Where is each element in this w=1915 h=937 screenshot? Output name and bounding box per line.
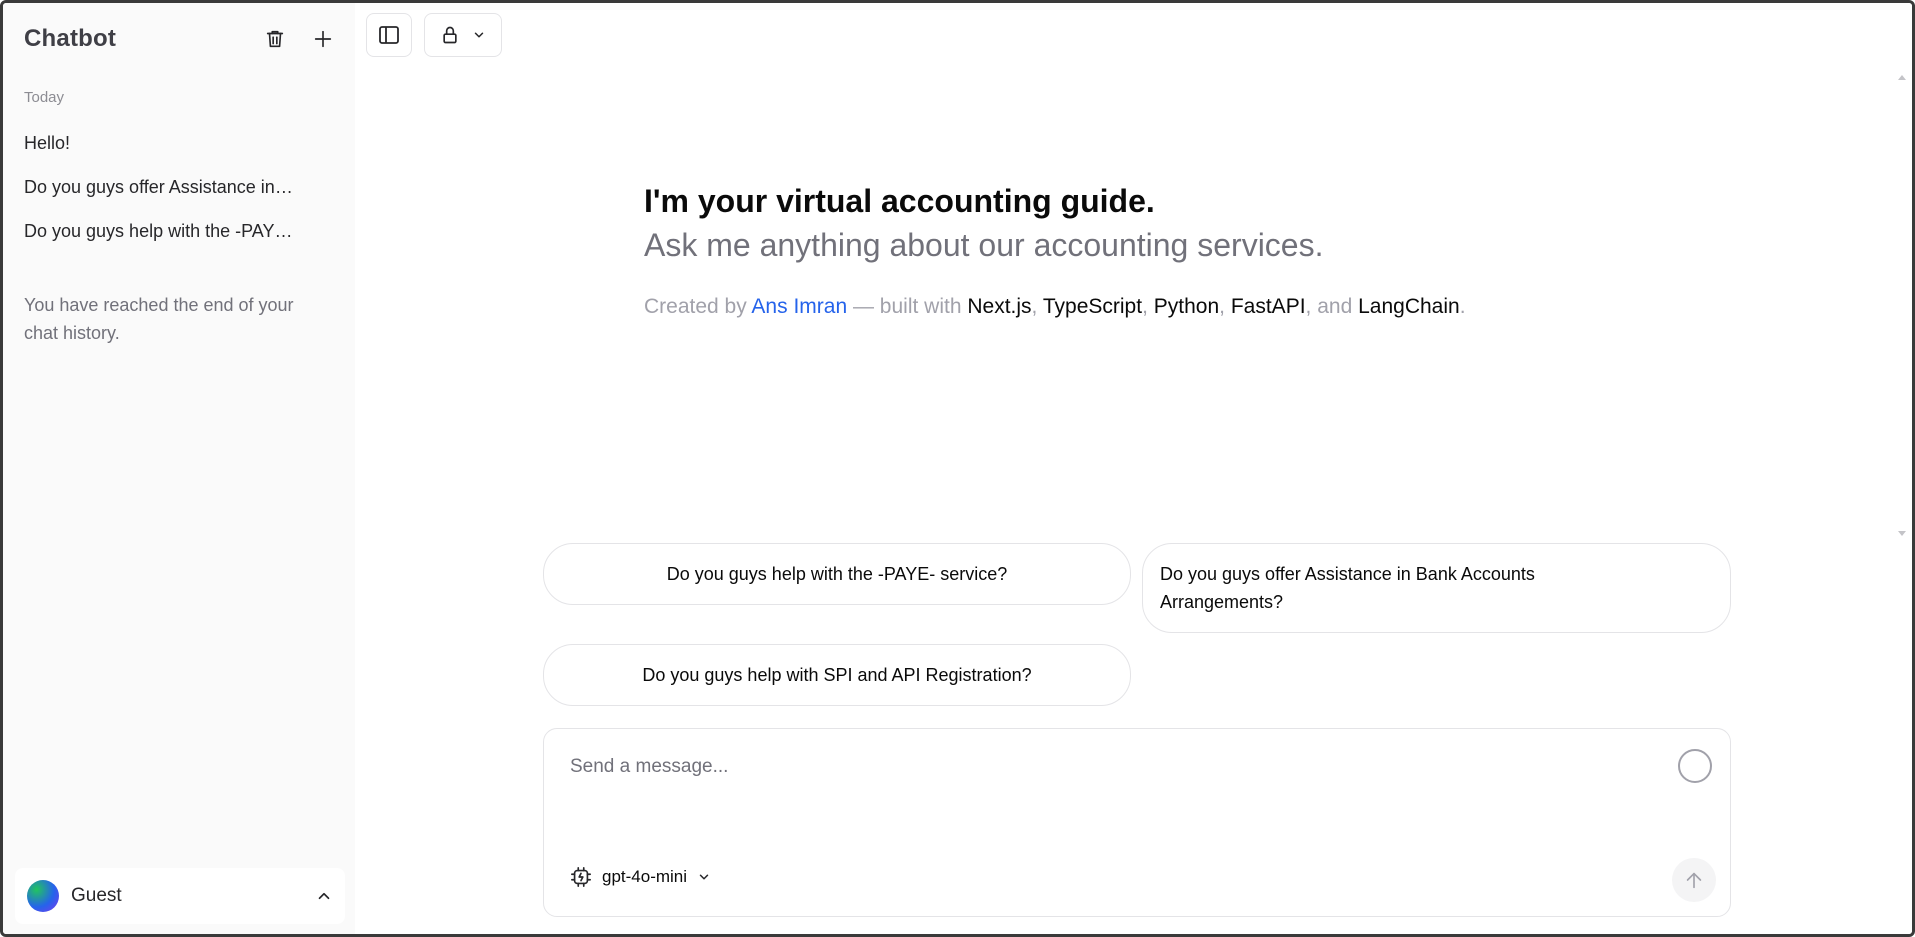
- avatar: [27, 880, 59, 912]
- credits-separator: ,: [1219, 295, 1225, 318]
- sidebar: Chatbot Today Hello! Do you guys offer A…: [3, 3, 355, 934]
- chat-history-item-label: Do you guys offer Assistance in Bank Acc…: [24, 176, 296, 197]
- new-chat-button[interactable]: [309, 25, 337, 53]
- chat-history-item[interactable]: Do you guys offer Assistance in Bank Acc…: [24, 165, 324, 209]
- credits-line: Created by Ans Imran — built with Next.j…: [644, 295, 1466, 319]
- user-menu-button[interactable]: Guest: [15, 868, 345, 924]
- welcome-title: I'm your virtual accounting guide.: [644, 183, 1155, 219]
- tech-item: TypeScript: [1042, 295, 1143, 318]
- lock-icon: [443, 26, 457, 44]
- sidebar-toggle-icon: [379, 26, 399, 44]
- welcome-overview: I'm your virtual accounting guide. Ask m…: [644, 179, 1466, 319]
- suggested-action-button[interactable]: Do you guys help with SPI and API Regist…: [543, 644, 1131, 706]
- suggested-action-button[interactable]: Do you guys offer Assistance in Bank Acc…: [1142, 543, 1731, 633]
- tech-item: LangChain: [1358, 295, 1460, 318]
- delete-chats-button[interactable]: [261, 25, 289, 53]
- credits-separator: ,: [1142, 295, 1148, 318]
- chat-history-item[interactable]: Hello!: [24, 121, 324, 165]
- credits-separator: ,: [1031, 295, 1038, 318]
- suggested-action-label: Do you guys offer Assistance in Bank Acc…: [1160, 564, 1535, 612]
- credits-end: .: [1459, 295, 1466, 318]
- credits-and: and: [1317, 295, 1353, 318]
- model-label: gpt-4o-mini: [602, 867, 688, 886]
- history-section-label: Today: [24, 89, 65, 106]
- visibility-selector[interactable]: [424, 13, 502, 57]
- chat-history-item-label: Hello!: [24, 132, 71, 153]
- send-button[interactable]: [1672, 858, 1716, 902]
- model-selector[interactable]: gpt-4o-mini: [570, 862, 711, 892]
- credits-separator: ,: [1305, 295, 1312, 318]
- user-name: Guest: [71, 885, 122, 906]
- sidebar-header: Chatbot: [24, 23, 337, 55]
- credits-prefix: Created by: [644, 295, 747, 318]
- suggested-action-label: Do you guys help with SPI and API Regist…: [642, 665, 1032, 685]
- tech-item: FastAPI: [1230, 295, 1306, 318]
- chevron-down-icon: [699, 874, 709, 880]
- chevron-up-icon: [318, 892, 330, 900]
- app-window: Chatbot Today Hello! Do you guys offer A…: [0, 0, 1915, 937]
- suggested-action-button[interactable]: Do you guys help with the -PAYE- service…: [543, 543, 1131, 605]
- chat-history-item-label: Do you guys help with the -PAYE- service…: [24, 220, 300, 241]
- tech-item: Next.js: [967, 295, 1032, 318]
- sidebar-actions: [261, 25, 337, 53]
- scrollbar-down-arrow[interactable]: [1898, 531, 1906, 536]
- plus-icon: [314, 30, 332, 48]
- toggle-sidebar-button[interactable]: [366, 13, 412, 57]
- author-link[interactable]: Ans Imran: [751, 295, 847, 318]
- tech-item: Python: [1153, 295, 1220, 318]
- chat-history-list: Hello! Do you guys offer Assistance in B…: [24, 121, 324, 253]
- suggested-action-label: Do you guys help with the -PAYE- service…: [666, 564, 1008, 584]
- chevron-down-icon: [474, 32, 484, 38]
- loading-indicator: [1678, 749, 1712, 783]
- message-composer: gpt-4o-mini: [543, 728, 1731, 917]
- credits-middle: — built with: [852, 295, 962, 318]
- chat-history-item[interactable]: Do you guys help with the -PAYE- service…: [24, 209, 324, 253]
- app-title: Chatbot: [24, 25, 117, 52]
- message-input[interactable]: [570, 749, 1650, 785]
- arrow-up-icon: [1686, 872, 1702, 889]
- history-end-message: You have reached the end of your chat hi…: [24, 295, 294, 343]
- chat-main: I'm your virtual accounting guide. Ask m…: [355, 3, 1912, 934]
- trash-icon: [266, 30, 284, 48]
- welcome-subtitle: Ask me anything about our accounting ser…: [644, 227, 1324, 263]
- cpu-chip-icon: [571, 867, 591, 887]
- scrollbar-up-arrow[interactable]: [1898, 75, 1906, 80]
